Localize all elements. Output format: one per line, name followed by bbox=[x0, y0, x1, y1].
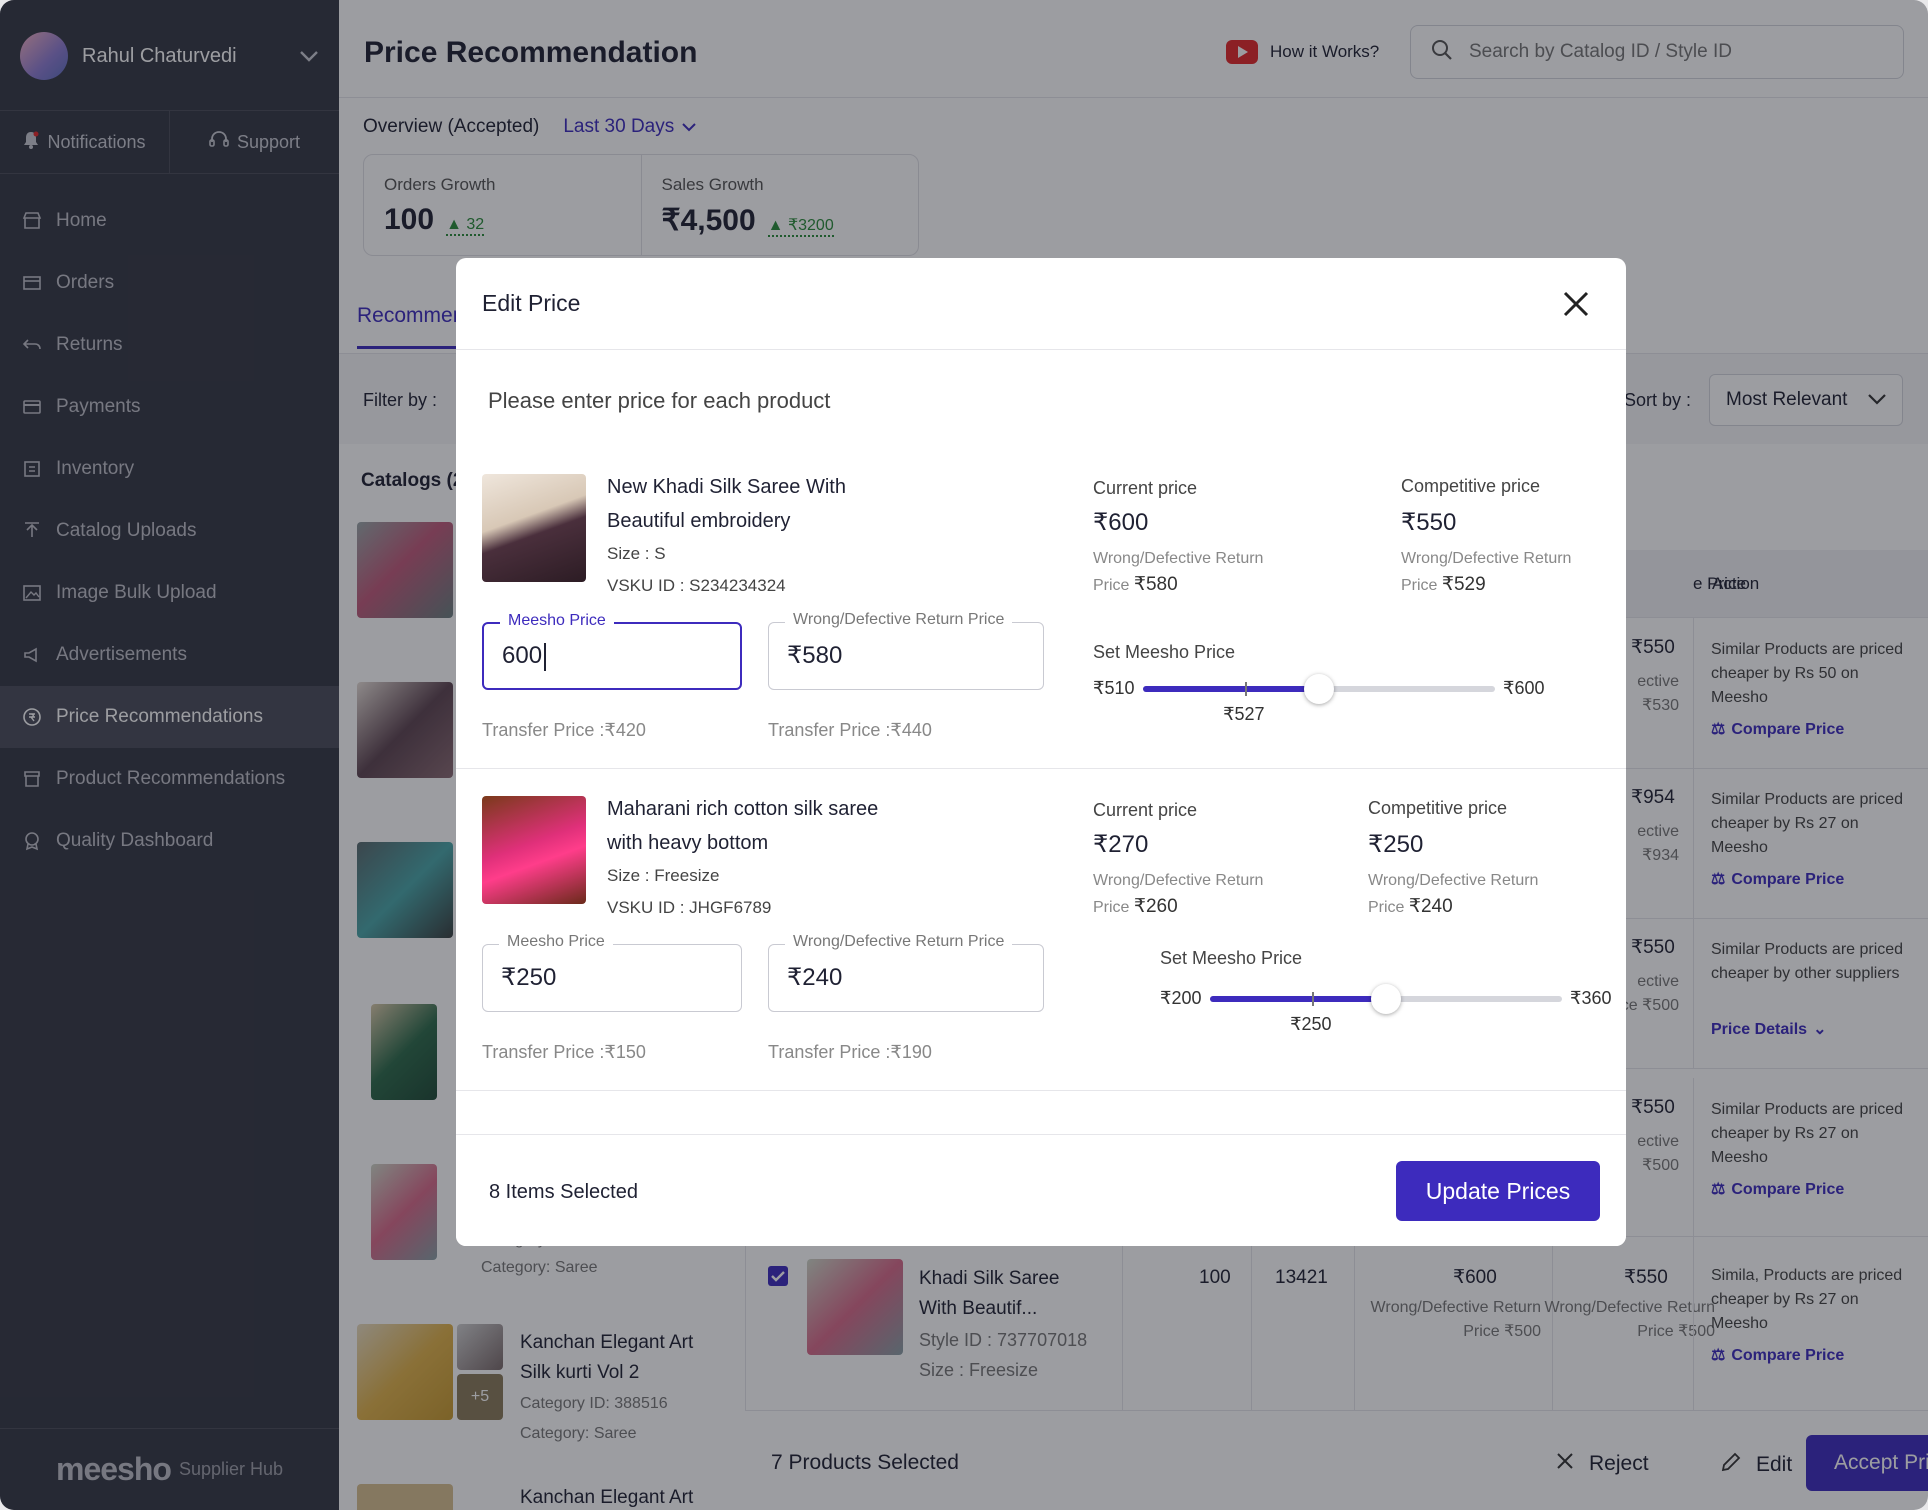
return-price-label: Wrong/Defective Return Price bbox=[785, 933, 1013, 951]
transfer-price-return: Transfer Price :₹440 bbox=[768, 720, 932, 740]
modal-footer: 8 Items Selected Update Prices bbox=[456, 1134, 1626, 1246]
transfer-price-meesho: Transfer Price :₹150 bbox=[482, 1042, 646, 1062]
competitive-price-value: ₹550 bbox=[1401, 509, 1457, 536]
competitive-return-price: Wrong/Defective Return Price ₹240 bbox=[1368, 872, 1539, 917]
return-price-label: Wrong/Defective Return Price bbox=[785, 611, 1013, 629]
vsku-id: VSKU ID : JHGF6789 bbox=[607, 898, 772, 917]
meesho-price-input[interactable]: 600 bbox=[502, 642, 547, 671]
current-price-value: ₹270 bbox=[1093, 831, 1149, 858]
set-meesho-price-label: Set Meesho Price bbox=[1093, 642, 1236, 662]
product-image bbox=[482, 474, 586, 582]
competitive-price-value: ₹250 bbox=[1368, 831, 1424, 858]
return-price-input[interactable]: ₹580 bbox=[787, 641, 842, 670]
close-icon[interactable] bbox=[1560, 288, 1592, 320]
product-divider bbox=[456, 768, 1626, 769]
modal-subtitle: Please enter price for each product bbox=[488, 388, 831, 413]
product-divider bbox=[456, 1090, 1626, 1091]
meesho-price-input[interactable]: ₹250 bbox=[501, 963, 556, 992]
slider-handle[interactable] bbox=[1304, 674, 1334, 704]
meesho-price-slider[interactable]: ₹510 ₹600 ₹527 bbox=[1093, 670, 1544, 724]
competitive-price-label: Competitive price bbox=[1368, 798, 1508, 818]
meesho-price-label: Meesho Price bbox=[500, 612, 614, 630]
return-price-field[interactable]: Wrong/Defective Return Price ₹240 bbox=[768, 933, 1044, 1012]
current-price-label: Current price bbox=[1093, 478, 1198, 498]
slider-recommended-label: ₹527 bbox=[1223, 704, 1265, 724]
product-size: Size : S bbox=[607, 544, 666, 563]
edit-price-modal: Edit Price Please enter price for each p… bbox=[456, 258, 1626, 1246]
text-caret bbox=[544, 642, 547, 671]
slider-fill bbox=[1143, 686, 1319, 692]
slider-recommended-tick bbox=[1245, 682, 1248, 696]
app-window: Rahul Chaturvedi Notifications Support H… bbox=[0, 0, 1928, 1510]
modal-title: Edit Price bbox=[482, 290, 581, 316]
slider-min-label: ₹200 bbox=[1160, 988, 1202, 1008]
update-prices-button[interactable]: Update Prices bbox=[1396, 1161, 1600, 1221]
slider-fill bbox=[1210, 996, 1386, 1002]
vsku-id: VSKU ID : S234234324 bbox=[607, 576, 786, 595]
meesho-price-label: Meesho Price bbox=[499, 933, 613, 951]
product-name: New Khadi Silk Saree With Beautiful embro… bbox=[607, 476, 846, 532]
competitive-return-price: Wrong/Defective Return Price ₹529 bbox=[1401, 550, 1572, 595]
product-size: Size : Freesize bbox=[607, 866, 720, 885]
current-price-value: ₹600 bbox=[1093, 509, 1149, 536]
product-name: Maharani rich cotton silk saree with heav… bbox=[607, 798, 879, 854]
items-selected-label: 8 Items Selected bbox=[489, 1181, 638, 1203]
set-meesho-price-label: Set Meesho Price bbox=[1160, 948, 1303, 968]
slider-max-label: ₹600 bbox=[1503, 678, 1545, 698]
slider-min-label: ₹510 bbox=[1093, 678, 1135, 698]
modal-header: Edit Price bbox=[456, 258, 1626, 350]
current-return-price: Wrong/Defective Return Price ₹260 bbox=[1093, 872, 1264, 917]
current-price-label: Current price bbox=[1093, 800, 1198, 820]
meesho-price-slider[interactable]: ₹200 ₹360 ₹250 bbox=[1160, 980, 1611, 1034]
meesho-price-field[interactable]: Meesho Price 600 bbox=[482, 612, 742, 690]
transfer-price-meesho: Transfer Price :₹420 bbox=[482, 720, 646, 740]
competitive-price-label: Competitive price bbox=[1401, 476, 1541, 496]
product-image bbox=[482, 796, 586, 904]
slider-recommended-tick bbox=[1312, 992, 1315, 1006]
return-price-input[interactable]: ₹240 bbox=[787, 963, 842, 992]
slider-recommended-label: ₹250 bbox=[1290, 1014, 1332, 1034]
slider-handle[interactable] bbox=[1371, 984, 1401, 1014]
transfer-price-return: Transfer Price :₹190 bbox=[768, 1042, 932, 1062]
return-price-field[interactable]: Wrong/Defective Return Price ₹580 bbox=[768, 611, 1044, 690]
meesho-price-field[interactable]: Meesho Price ₹250 bbox=[482, 933, 742, 1012]
current-return-price: Wrong/Defective Return Price ₹580 bbox=[1093, 550, 1264, 595]
slider-max-label: ₹360 bbox=[1570, 988, 1612, 1008]
